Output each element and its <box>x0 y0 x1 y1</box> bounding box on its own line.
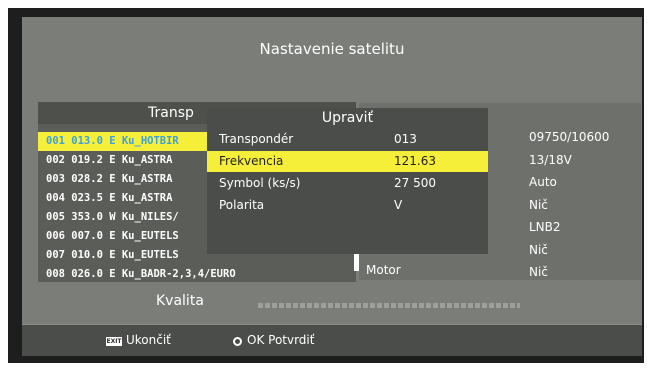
motor-label: Motor <box>366 263 401 277</box>
diseqc-value[interactable]: Nič <box>529 198 548 212</box>
field-label: Polarita <box>219 198 265 212</box>
satellite-settings-panel: Nastavenie satelitu Transp 001 013.0 E K… <box>22 17 642 356</box>
field-value: 27 500 <box>394 176 436 190</box>
lnb-frequency-value[interactable]: 09750/10600 <box>529 130 609 144</box>
symbol-rate-field[interactable]: Symbol (ks/s) 27 500 <box>207 173 488 194</box>
quality-bar <box>258 303 520 308</box>
frequency-field[interactable]: Frekvencia 121.63 <box>207 151 488 172</box>
edit-dialog: Upraviť Transpondér 013 Frekvencia 121.6… <box>207 108 488 254</box>
option-value[interactable]: Nič <box>529 243 548 257</box>
ok-button-icon <box>233 337 242 346</box>
footer-bar: EXIT Ukončiť OK Potvrdiť <box>22 324 642 356</box>
exit-hint[interactable]: Ukončiť <box>126 333 171 347</box>
quality-label: Kvalita <box>156 293 204 309</box>
polarity-field[interactable]: Polarita V <box>207 195 488 216</box>
ok-confirm-hint[interactable]: OK Potvrdiť <box>247 333 314 347</box>
voltage-value[interactable]: 13/18V <box>529 153 572 167</box>
tv-screen: Nastavenie satelitu Transp 001 013.0 E K… <box>8 8 644 363</box>
lnb-port-value[interactable]: LNB2 <box>529 220 561 234</box>
tone-value[interactable]: Auto <box>529 175 557 189</box>
field-label: Frekvencia <box>219 154 284 168</box>
transponder-field[interactable]: Transpondér 013 <box>207 129 488 150</box>
motor-value[interactable]: Nič <box>529 265 548 279</box>
list-item[interactable]: 008 026.0 E Ku_BADR-2,3,4/EURO <box>38 265 356 284</box>
field-label: Symbol (ks/s) <box>219 176 301 190</box>
field-label: Transpondér <box>219 132 294 146</box>
field-value: 121.63 <box>394 154 436 168</box>
exit-key-icon: EXIT <box>106 337 122 346</box>
dialog-title: Upraviť <box>321 110 374 126</box>
field-value: 013 <box>394 132 417 146</box>
field-value: V <box>394 198 403 212</box>
page-title: Nastavenie satelitu <box>259 40 405 58</box>
